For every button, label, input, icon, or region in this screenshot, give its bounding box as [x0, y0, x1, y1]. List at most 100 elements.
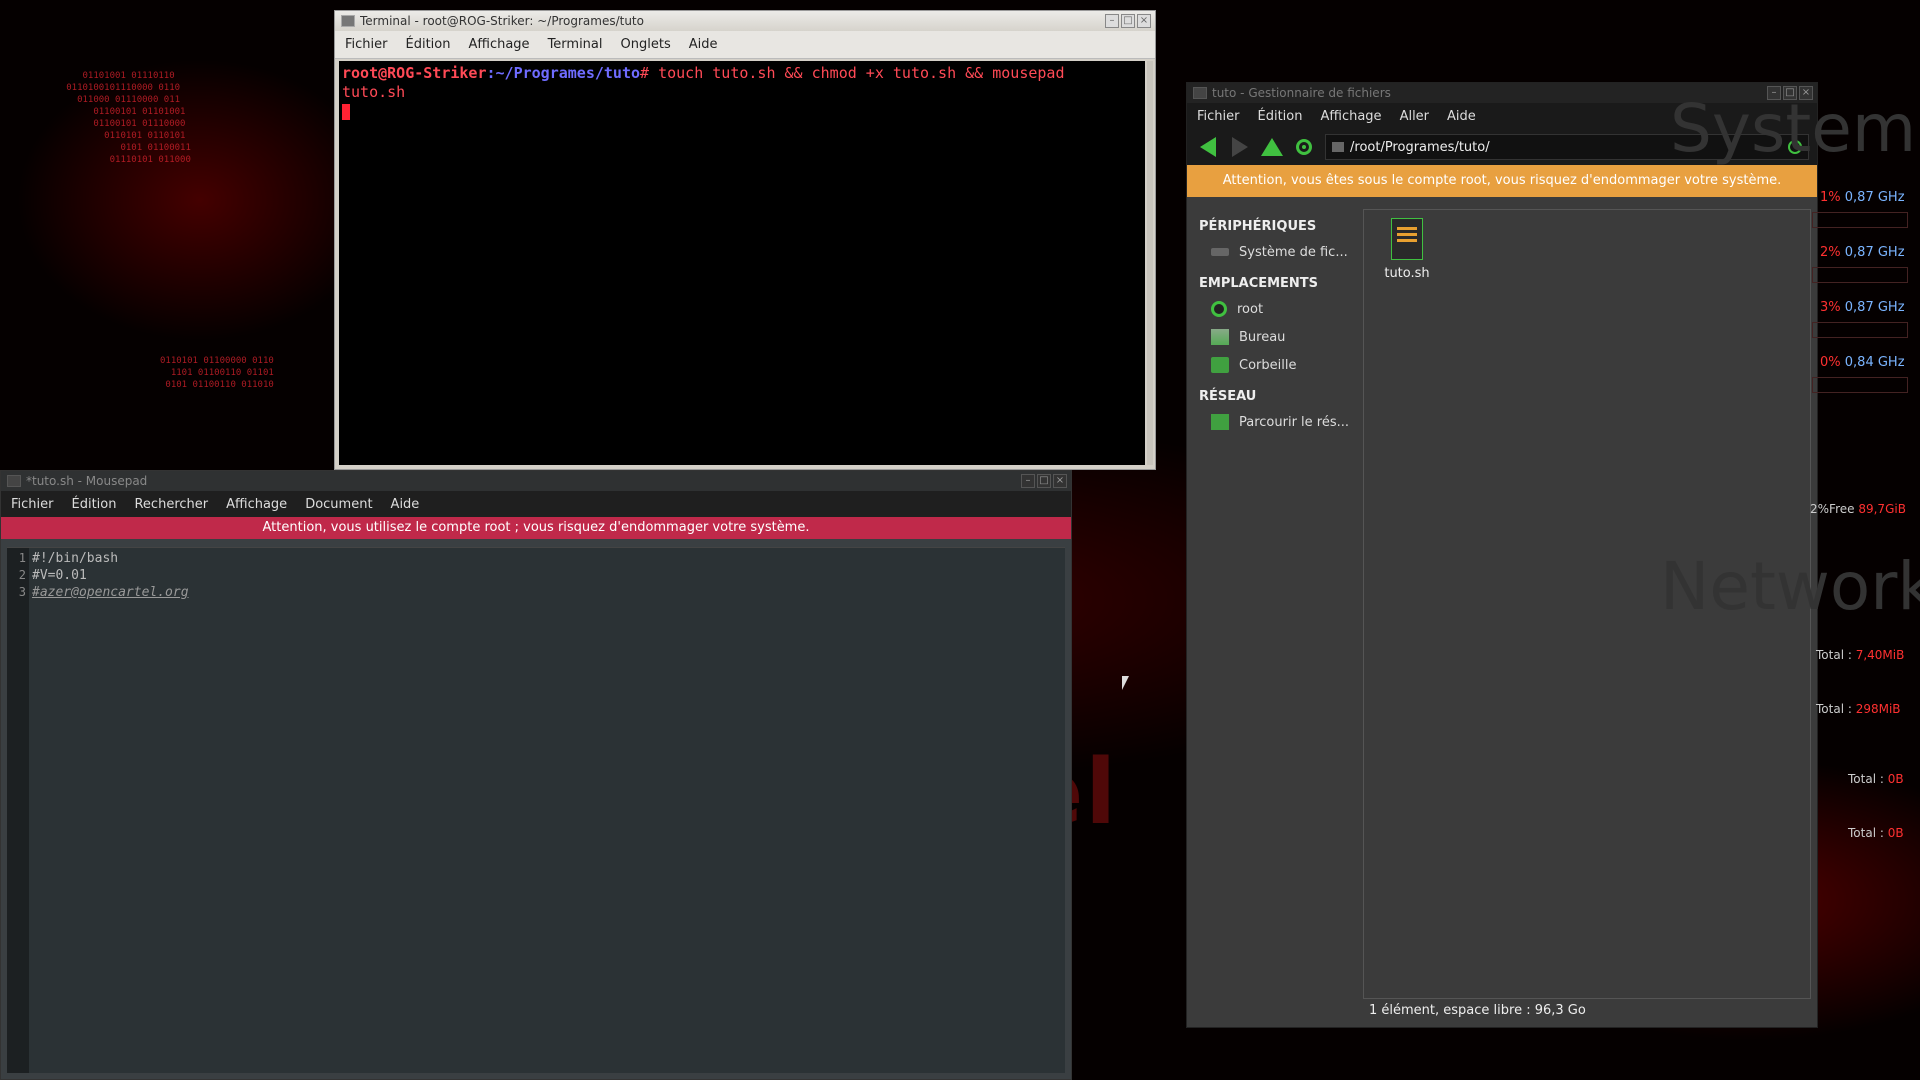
sidebar-item-label: Système de fic... [1239, 244, 1348, 260]
mousepad-app-icon [7, 475, 21, 487]
desktop-icon [1211, 329, 1229, 345]
sidebar: PÉRIPHÉRIQUES Système de fic... EMPLACEM… [1193, 209, 1359, 1021]
drive-icon [1211, 248, 1229, 256]
conky-bar [1812, 322, 1908, 338]
mousepad-menubar: Fichier Édition Rechercher Affichage Doc… [1, 491, 1071, 517]
sidebar-heading-places: EMPLACEMENTS [1199, 276, 1319, 291]
terminal-output[interactable]: root@ROG-Striker:~/Programes/tuto# touch… [339, 61, 1145, 465]
mousepad-menu-affichage[interactable]: Affichage [226, 497, 287, 512]
terminal-menu-onglets[interactable]: Onglets [621, 37, 671, 52]
up-button[interactable] [1261, 136, 1283, 158]
cpu-row: 3% 0,87 GHz [1820, 300, 1905, 315]
mousepad-menu-document[interactable]: Document [305, 497, 372, 512]
folder-icon [1332, 142, 1344, 152]
terminal-app-icon [341, 15, 355, 27]
back-arrow-icon [1200, 137, 1216, 157]
fm-menu-fichier[interactable]: Fichier [1197, 109, 1240, 124]
terminal-menubar: Fichier Édition Affichage Terminal Ongle… [335, 31, 1155, 59]
forward-button[interactable] [1229, 136, 1251, 158]
code-line: #!/bin/bash [32, 551, 119, 566]
terminal-menu-fichier[interactable]: Fichier [345, 37, 388, 52]
prompt-command-continued: tuto.sh [342, 83, 406, 101]
sidebar-item-browse-network[interactable]: Parcourir le rés... [1193, 408, 1359, 436]
home-button[interactable] [1293, 136, 1315, 158]
forward-arrow-icon [1232, 137, 1248, 157]
close-icon[interactable]: × [1137, 14, 1151, 28]
line-number: 2 [18, 568, 26, 582]
conky-bar [1812, 377, 1908, 393]
line-number: 3 [18, 585, 26, 599]
terminal-menu-terminal[interactable]: Terminal [548, 37, 603, 52]
close-icon[interactable]: × [1053, 474, 1067, 488]
conky-bar [1812, 267, 1908, 283]
root-warning-banner: Attention, vous utilisez le compte root … [1, 517, 1071, 539]
fm-menu-aide[interactable]: Aide [1447, 109, 1476, 124]
sidebar-item-root[interactable]: root [1193, 295, 1359, 323]
line-number: 1 [18, 551, 26, 565]
terminal-menu-affichage[interactable]: Affichage [468, 37, 529, 52]
line-numbers: 1 2 3 [7, 548, 29, 1073]
maximize-icon[interactable]: □ [1037, 474, 1051, 488]
conky-monitor: System 1% 0,87 GHz 2% 0,87 GHz 3% 0,87 G… [1660, 90, 1920, 1080]
terminal-menu-aide[interactable]: Aide [689, 37, 718, 52]
mousepad-title: *tuto.sh - Mousepad [26, 474, 148, 488]
net-total: Total : 0B [1848, 826, 1904, 840]
terminal-scrollbar[interactable] [1147, 61, 1153, 465]
terminal-cursor [342, 103, 350, 120]
cpu-row: 2% 0,87 GHz [1820, 245, 1905, 260]
terminal-menu-edition[interactable]: Édition [406, 37, 451, 52]
text-editor[interactable]: 1 2 3 #!/bin/bash #V=0.01 #azer@opencart… [7, 547, 1065, 1073]
sidebar-item-trash[interactable]: Corbeille [1193, 351, 1359, 379]
status-bar: 1 élément, espace libre : 96,3 Go [1369, 1003, 1586, 1018]
file-item[interactable]: tuto.sh [1372, 218, 1442, 281]
sidebar-item-label: root [1237, 301, 1264, 317]
terminal-title: Terminal - root@ROG-Striker: ~/Programes… [360, 14, 644, 28]
trash-icon [1211, 357, 1229, 373]
mousepad-titlebar[interactable]: *tuto.sh - Mousepad – □ × [1, 471, 1071, 491]
prompt-path: :~/Programes/tuto [486, 64, 641, 82]
sidebar-heading-devices: PÉRIPHÉRIQUES [1199, 219, 1317, 234]
wallpaper-binary-left-2: 0110101 01100000 0110 1101 01100110 0110… [160, 356, 274, 390]
net-total: Total : 0B [1848, 772, 1904, 786]
sidebar-heading-network: RÉSEAU [1199, 389, 1257, 404]
terminal-titlebar[interactable]: Terminal - root@ROG-Striker: ~/Programes… [335, 11, 1155, 31]
conky-network-heading: Network [1660, 548, 1920, 625]
code-line-email[interactable]: #azer@opencartel.org [32, 584, 1062, 601]
sidebar-item-desktop[interactable]: Bureau [1193, 323, 1359, 351]
back-button[interactable] [1197, 136, 1219, 158]
net-total: Total : 298MiB [1816, 702, 1901, 716]
mousepad-menu-aide[interactable]: Aide [391, 497, 420, 512]
mousepad-menu-edition[interactable]: Édition [72, 497, 117, 512]
maximize-icon[interactable]: □ [1121, 14, 1135, 28]
fm-menu-aller[interactable]: Aller [1400, 109, 1429, 124]
cpu-row: 0% 0,84 GHz [1820, 355, 1905, 370]
up-arrow-icon [1261, 138, 1283, 156]
root-warning-banner: Attention, vous êtes sous le compte root… [1187, 165, 1817, 197]
minimize-icon[interactable]: – [1105, 14, 1119, 28]
fm-menu-affichage[interactable]: Affichage [1320, 109, 1381, 124]
code-area[interactable]: #!/bin/bash #V=0.01 #azer@opencartel.org [29, 548, 1065, 1073]
net-total: Total : 7,40MiB [1816, 648, 1905, 662]
conky-system-heading: System [1670, 90, 1917, 167]
wallpaper-binary-left: 01101001 01110110 0110100101110000 0110 … [66, 71, 191, 165]
sidebar-item-label: Corbeille [1239, 357, 1297, 373]
cpu-row: 1% 0,87 GHz [1820, 190, 1905, 205]
sidebar-item-filesystem[interactable]: Système de fic... [1193, 238, 1359, 266]
mousepad-menu-rechercher[interactable]: Rechercher [134, 497, 208, 512]
fm-menu-edition[interactable]: Édition [1258, 109, 1303, 124]
minimize-icon[interactable]: – [1021, 474, 1035, 488]
home-icon [1296, 139, 1312, 155]
file-name: tuto.sh [1384, 266, 1430, 281]
mousepad-menu-fichier[interactable]: Fichier [11, 497, 54, 512]
sidebar-item-label: Bureau [1239, 329, 1286, 345]
terminal-window[interactable]: Terminal - root@ROG-Striker: ~/Programes… [334, 10, 1156, 470]
prompt-command: # touch tuto.sh && chmod +x tuto.sh && m… [640, 64, 1065, 82]
mousepad-window[interactable]: *tuto.sh - Mousepad – □ × Fichier Éditio… [0, 470, 1072, 1080]
home-icon [1211, 301, 1227, 317]
network-icon [1211, 414, 1229, 430]
disk-free: 2%Free 89,7GiB [1810, 502, 1906, 516]
conky-bar [1812, 212, 1908, 228]
file-manager-app-icon [1193, 87, 1207, 99]
code-line: #V=0.01 [32, 568, 87, 583]
prompt-user: root@ROG-Striker [342, 64, 487, 82]
